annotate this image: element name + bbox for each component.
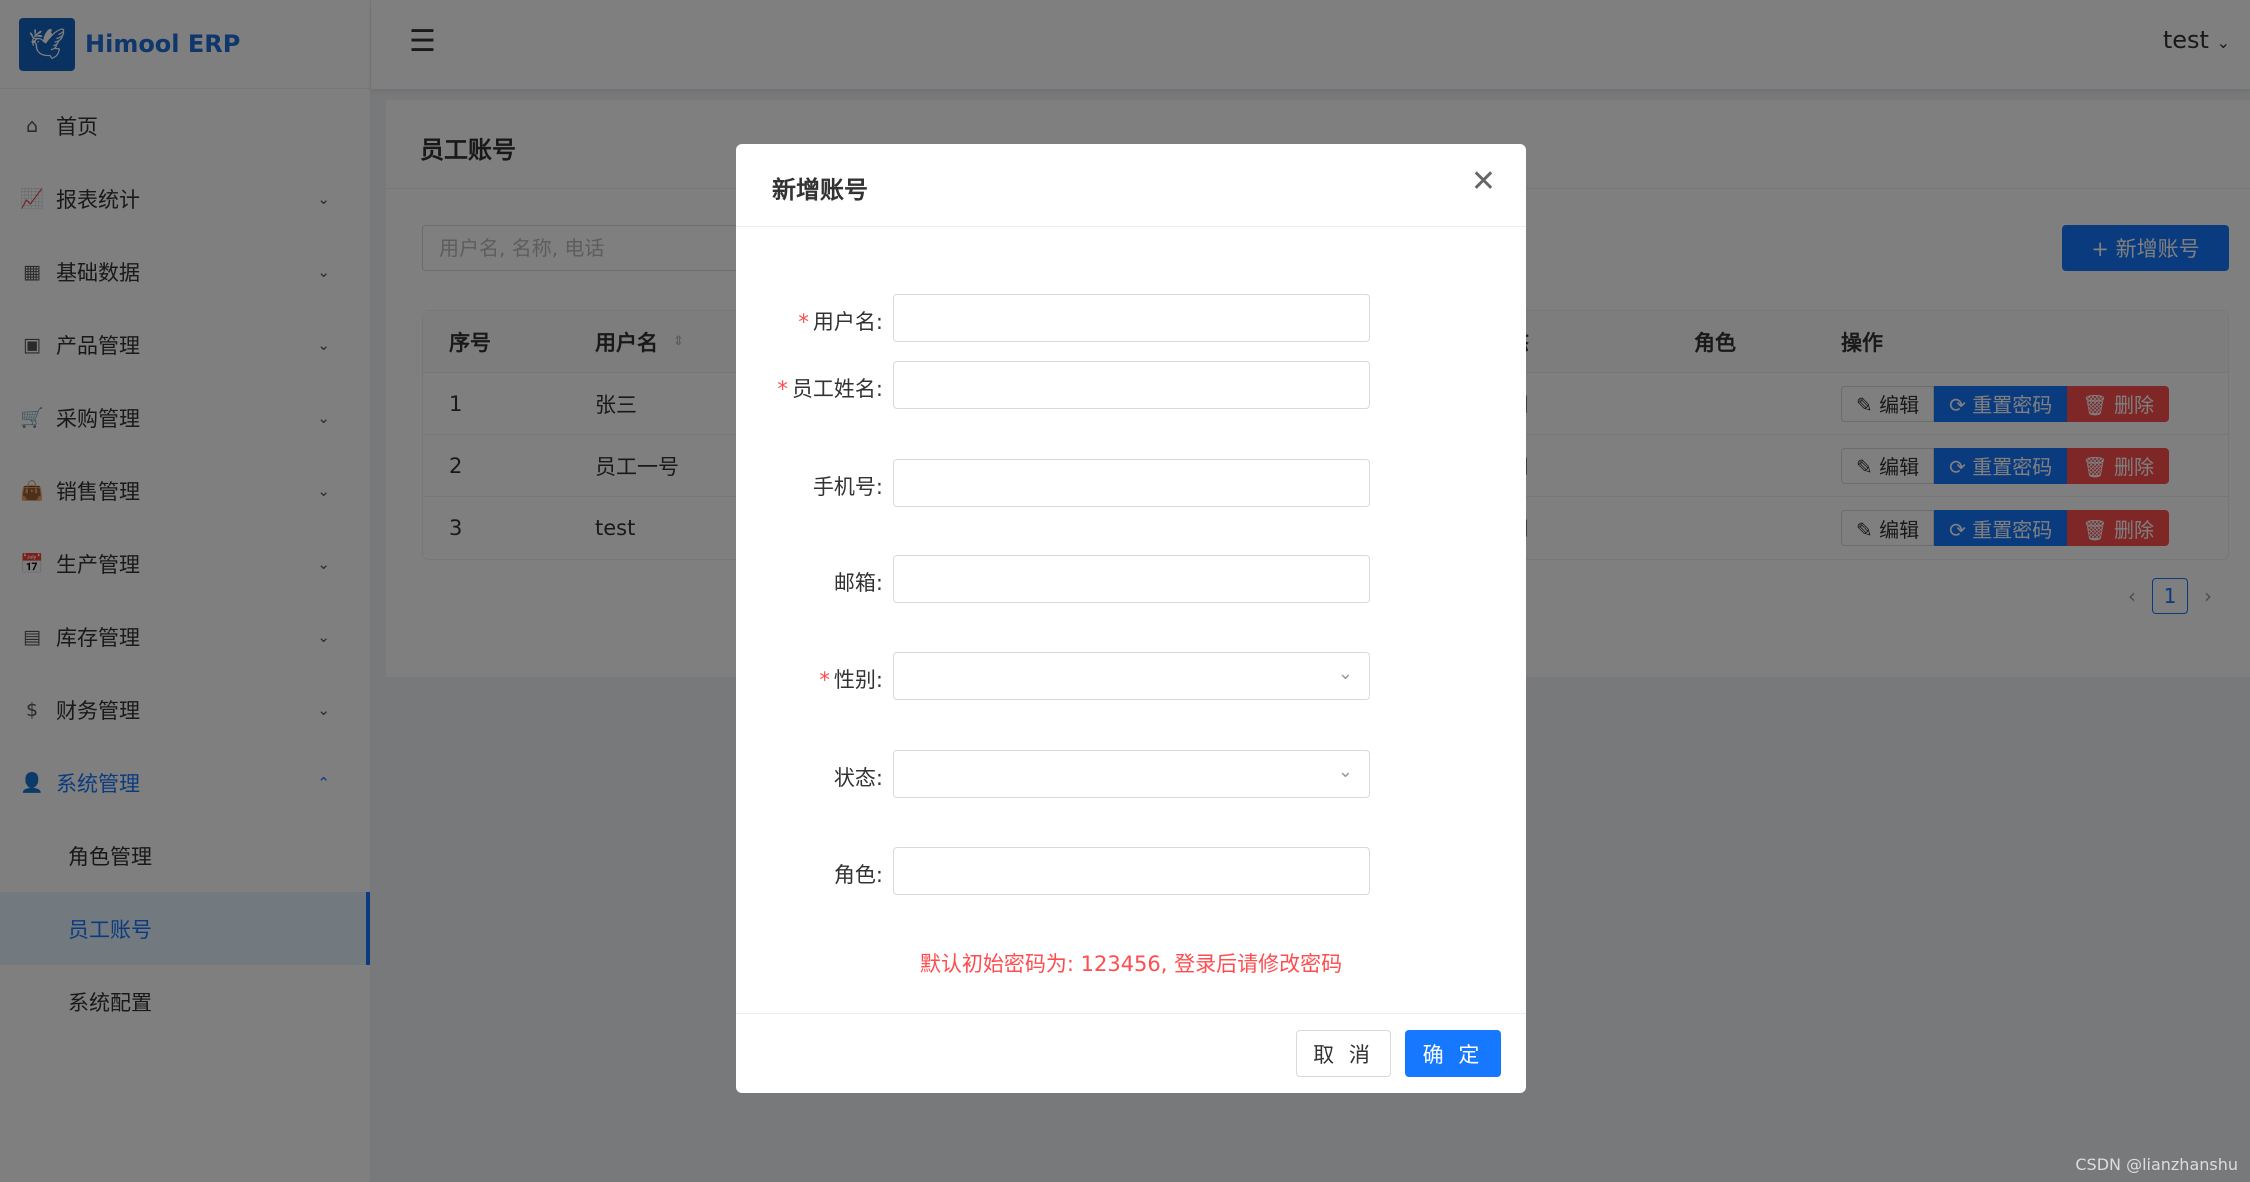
form-row: 手机号: — [736, 459, 1526, 507]
form-row: * 用户名: — [736, 294, 1526, 342]
field-label: * 性别: — [819, 664, 883, 694]
required-mark: * — [819, 668, 830, 692]
field-label-text: 邮箱: — [833, 571, 883, 595]
field-label-text: 员工姓名: — [791, 377, 883, 401]
text-field[interactable] — [893, 847, 1370, 895]
modal-title: 新增账号 — [772, 176, 868, 204]
text-field[interactable] — [893, 555, 1370, 603]
chevron-down-icon: ⌄ — [1337, 663, 1353, 684]
field-label-text: 用户名: — [812, 310, 883, 334]
field-label: 邮箱: — [834, 567, 883, 597]
form-row: * 性别: ⌄ — [736, 652, 1526, 700]
text-field[interactable] — [893, 361, 1370, 409]
form-row: * 员工姓名: — [736, 361, 1526, 409]
select-field[interactable]: ⌄ — [893, 652, 1370, 700]
field-label-text: 角色: — [833, 863, 883, 887]
required-mark: * — [798, 310, 809, 334]
add-account-modal: 新增账号 ✕ * 用户名: * 员工姓名: 手机号: 邮箱: * 性别: ⌄ 状态: ⌄ 角色: 默认… — [736, 144, 1526, 1093]
field-label: * 用户名: — [798, 306, 883, 336]
text-field[interactable] — [893, 459, 1370, 507]
confirm-button[interactable]: 确 定 — [1405, 1030, 1501, 1077]
watermark: CSDN @lianzhanshu — [2075, 1155, 2238, 1174]
form-row: 状态: ⌄ — [736, 750, 1526, 798]
field-label-text: 状态: — [833, 766, 883, 790]
close-icon[interactable]: ✕ — [1471, 164, 1496, 199]
required-mark: * — [777, 377, 788, 401]
default-password-notice: 默认初始密码为: 123456, 登录后请修改密码 — [919, 952, 1343, 976]
select-field[interactable]: ⌄ — [893, 750, 1370, 798]
chevron-down-icon: ⌄ — [1337, 761, 1353, 782]
field-label-text: 性别: — [833, 668, 883, 692]
cancel-button[interactable]: 取 消 — [1296, 1030, 1391, 1077]
modal-header: 新增账号 ✕ — [736, 144, 1526, 227]
form-row: 角色: — [736, 847, 1526, 895]
field-label: 状态: — [834, 762, 883, 792]
form-row: 邮箱: — [736, 555, 1526, 603]
text-field[interactable] — [893, 294, 1370, 342]
field-label-text: 手机号: — [812, 475, 883, 499]
field-label: 手机号: — [813, 471, 883, 501]
field-label: 角色: — [834, 859, 883, 889]
modal-footer-divider — [736, 1013, 1526, 1014]
field-label: * 员工姓名: — [777, 373, 883, 403]
